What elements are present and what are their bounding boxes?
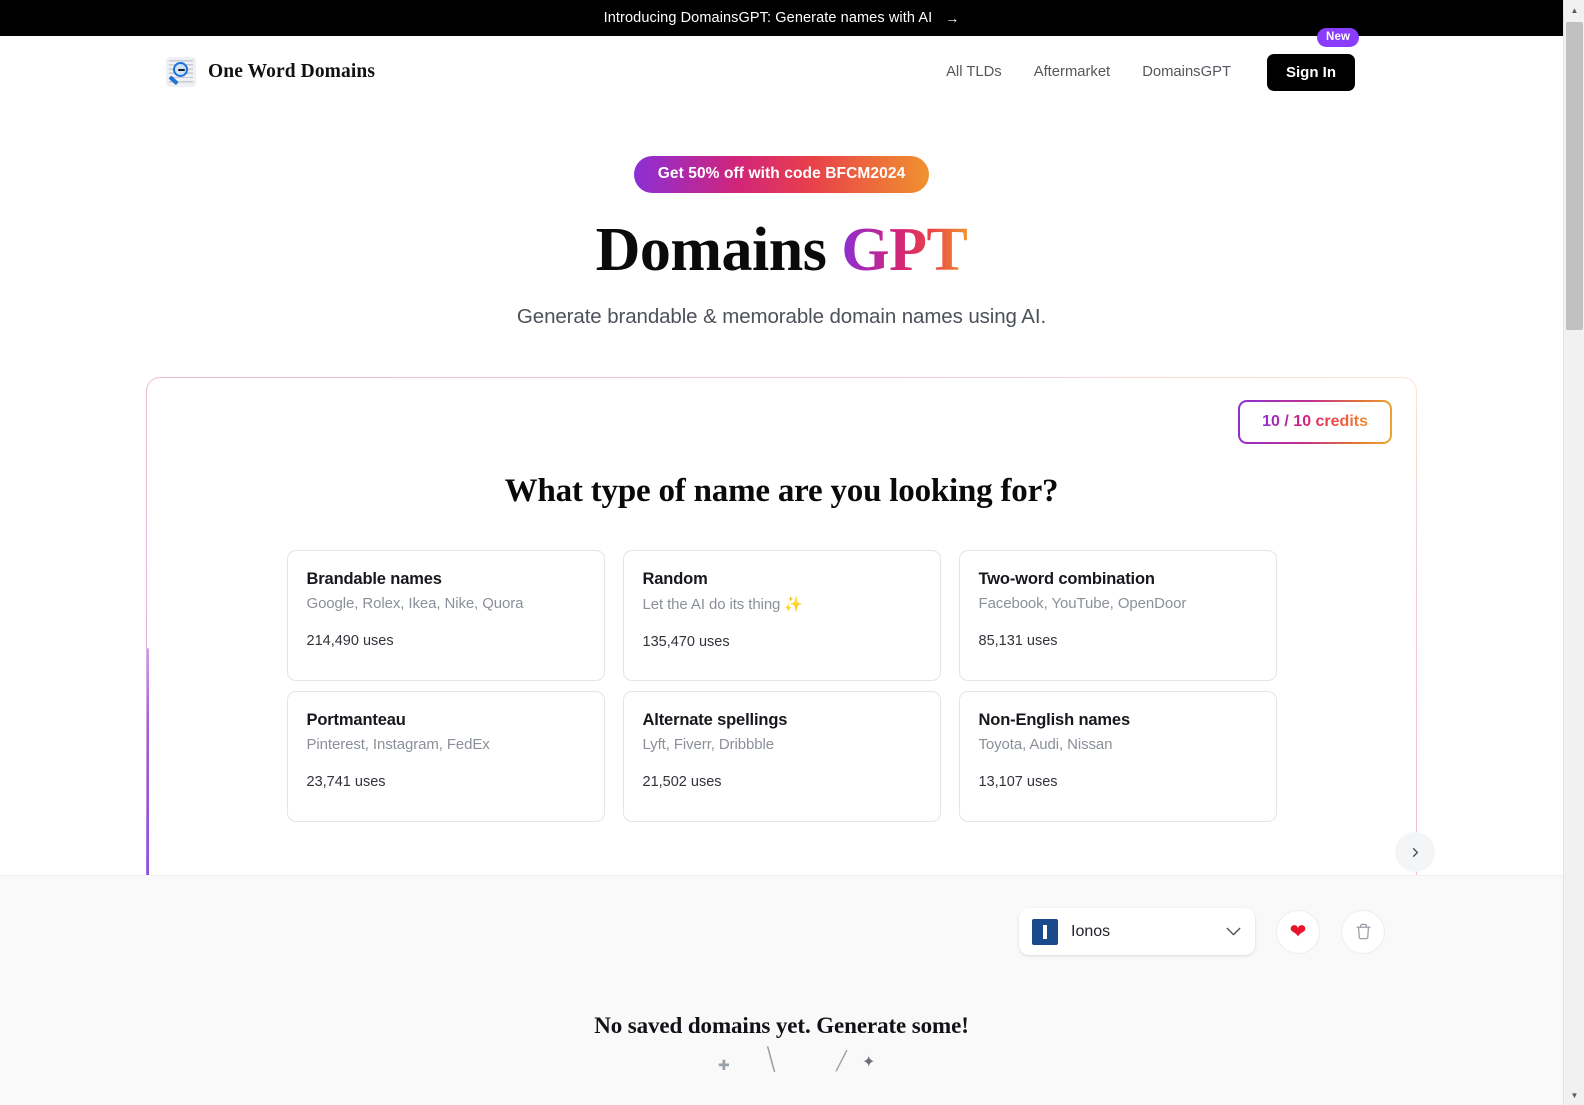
announcement-text: Introducing DomainsGPT: Generate names w… — [603, 10, 933, 26]
registrar-select[interactable]: Ionos — [1019, 908, 1255, 955]
generator-panel-wrapper: 10 / 10 credits What type of name are yo… — [146, 377, 1435, 897]
browser-viewport: Introducing DomainsGPT: Generate names w… — [0, 0, 1563, 1105]
main-nav: All TLDs Aftermarket DomainsGPT New Sign… — [930, 27, 1359, 91]
sparkle-icon: ✚ — [718, 1057, 730, 1073]
card-examples: Toyota, Audi, Nissan — [978, 736, 1113, 754]
name-type-cards: Brandable names Google, Rolex, Ikea, Nik… — [147, 550, 1416, 823]
panel-question: What type of name are you looking for? — [504, 473, 1059, 510]
credits-label: 10 / 10 credits — [1262, 413, 1368, 431]
chevron-down-icon — [1226, 925, 1241, 938]
line-icon: ╱ — [836, 1051, 847, 1071]
card-uses: 13,107 uses — [978, 774, 1058, 791]
chevron-right-icon — [1412, 847, 1418, 857]
card-uses: 135,470 uses — [642, 634, 730, 651]
line-icon: ╲ — [762, 1047, 780, 1073]
card-title: Random — [642, 570, 708, 589]
registrar-label: Ionos — [1071, 922, 1111, 940]
scrollbar-up-arrow[interactable]: ▲ — [1564, 0, 1584, 20]
card-uses: 214,490 uses — [306, 633, 394, 650]
card-title: Portmanteau — [306, 711, 406, 730]
name-type-card[interactable]: Two-word combination Facebook, YouTube, … — [958, 550, 1277, 682]
name-type-card[interactable]: Non-English names Toyota, Audi, Nissan 1… — [958, 691, 1277, 823]
saved-toolbar: Ionos ❤ — [0, 876, 1563, 955]
nav-item-domainsgpt[interactable]: DomainsGPT — [1126, 64, 1245, 80]
promo-badge[interactable]: Get 50% off with code BFCM2024 — [633, 156, 930, 193]
card-examples: Facebook, YouTube, OpenDoor — [978, 595, 1187, 613]
card-examples: Lyft, Fiverr, Dribbble — [642, 736, 775, 754]
name-type-card[interactable]: Random Let the AI do its thing ✨ 135,470… — [622, 550, 941, 682]
page-scrollbar[interactable]: ▲ ▼ — [1563, 0, 1584, 1105]
ionos-logo-icon — [1032, 918, 1058, 945]
scrollbar-down-arrow[interactable]: ▼ — [1564, 1085, 1584, 1105]
name-type-card[interactable]: Portmanteau Pinterest, Instagram, FedEx … — [286, 691, 605, 823]
delete-button[interactable] — [1341, 909, 1385, 954]
card-examples: Let the AI do its thing ✨ — [642, 596, 804, 614]
panel-left-accent — [147, 648, 149, 897]
favorite-button[interactable]: ❤ — [1276, 909, 1320, 954]
site-header: One Word Domains All TLDs Aftermarket Do… — [0, 27, 1563, 108]
carousel-next-button[interactable] — [1395, 832, 1435, 873]
nav-item-all-tlds[interactable]: All TLDs — [930, 64, 1018, 80]
card-uses: 23,741 uses — [306, 774, 386, 791]
saved-domains-section: Ionos ❤ No saved domains yet. Generate s… — [0, 875, 1563, 1105]
hero-section: Get 50% off with code BFCM2024 Domains G… — [0, 108, 1563, 329]
star-icon: ✦ — [862, 1054, 876, 1071]
page-title-plain: Domains — [595, 216, 827, 284]
trash-icon — [1355, 923, 1371, 940]
scrollbar-thumb[interactable] — [1566, 22, 1583, 330]
magnifying-glass-icon — [166, 57, 196, 87]
arrow-right-icon: → — [945, 10, 960, 26]
page-title: Domains GPT — [0, 216, 1563, 284]
sign-in-button[interactable]: Sign In — [1267, 53, 1355, 91]
card-title: Alternate spellings — [642, 711, 788, 730]
card-uses: 21,502 uses — [642, 774, 722, 791]
heart-icon: ❤ — [1289, 920, 1307, 943]
brand-logo[interactable]: One Word Domains — [166, 57, 375, 87]
card-examples: Pinterest, Instagram, FedEx — [306, 736, 490, 754]
empty-state-illustration: ✚ ╲ ╱ ✦ — [0, 1048, 1563, 1093]
card-title: Brandable names — [306, 570, 442, 589]
card-examples: Google, Rolex, Ikea, Nike, Quora — [306, 595, 524, 613]
name-type-card[interactable]: Alternate spellings Lyft, Fiverr, Dribbb… — [622, 691, 941, 823]
credits-badge: 10 / 10 credits — [1238, 400, 1392, 444]
brand-name: One Word Domains — [208, 61, 376, 82]
page-root: Introducing DomainsGPT: Generate names w… — [0, 0, 1584, 1105]
card-title: Two-word combination — [978, 570, 1155, 589]
new-badge: New — [1317, 27, 1359, 47]
nav-item-aftermarket[interactable]: Aftermarket — [1018, 64, 1126, 80]
card-title: Non-English names — [978, 711, 1131, 730]
page-title-accent: GPT — [841, 216, 968, 284]
name-type-card[interactable]: Brandable names Google, Rolex, Ikea, Nik… — [286, 550, 605, 682]
saved-empty-message: No saved domains yet. Generate some! — [594, 1013, 969, 1038]
card-uses: 85,131 uses — [978, 633, 1058, 650]
hero-subtitle: Generate brandable & memorable domain na… — [516, 305, 1047, 329]
generator-panel: 10 / 10 credits What type of name are yo… — [146, 377, 1417, 897]
